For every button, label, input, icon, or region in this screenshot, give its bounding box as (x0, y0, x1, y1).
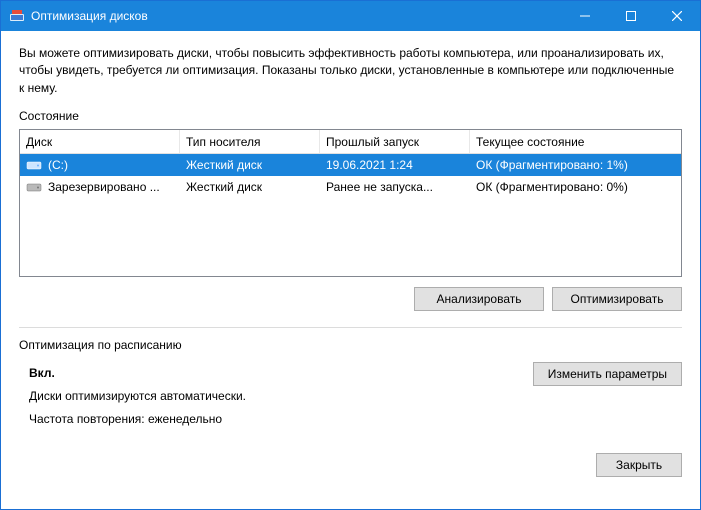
status-text: ОК (Фрагментировано: 0%) (470, 180, 681, 194)
table-row[interactable]: Зарезервировано ... Жесткий диск Ранее н… (20, 176, 681, 198)
schedule-line-2: Частота повторения: еженедельно (29, 408, 533, 431)
change-settings-button[interactable]: Изменить параметры (533, 362, 682, 386)
close-row: Закрыть (19, 453, 682, 477)
disk-name: Зарезервировано ... (48, 180, 160, 194)
table-row[interactable]: (C:) Жесткий диск 19.06.2021 1:24 ОК (Фр… (20, 154, 681, 176)
header-status[interactable]: Текущее состояние (470, 130, 681, 153)
schedule-state: Вкл. (29, 362, 533, 385)
disk-name: (C:) (48, 158, 68, 172)
maximize-button[interactable] (608, 1, 654, 31)
window-controls (562, 1, 700, 31)
schedule-heading: Оптимизация по расписанию (19, 338, 682, 352)
media-type: Жесткий диск (180, 158, 320, 172)
header-last[interactable]: Прошлый запуск (320, 130, 470, 153)
schedule-line-1: Диски оптимизируются автоматически. (29, 385, 533, 408)
action-buttons: Анализировать Оптимизировать (19, 287, 682, 311)
column-headers[interactable]: Диск Тип носителя Прошлый запуск Текущее… (20, 130, 681, 154)
separator (19, 327, 682, 328)
minimize-button[interactable] (562, 1, 608, 31)
status-text: ОК (Фрагментировано: 1%) (470, 158, 681, 172)
header-media[interactable]: Тип носителя (180, 130, 320, 153)
titlebar: Оптимизация дисков (1, 1, 700, 31)
state-label: Состояние (19, 109, 682, 123)
description-text: Вы можете оптимизировать диски, чтобы по… (19, 45, 682, 97)
window-title: Оптимизация дисков (31, 9, 562, 23)
app-icon (9, 8, 25, 24)
content-area: Вы можете оптимизировать диски, чтобы по… (1, 31, 700, 491)
last-run: 19.06.2021 1:24 (320, 158, 470, 172)
header-disk[interactable]: Диск (20, 130, 180, 153)
schedule-block: Вкл. Диски оптимизируются автоматически.… (19, 362, 682, 430)
last-run: Ранее не запуска... (320, 180, 470, 194)
analyze-button[interactable]: Анализировать (414, 287, 544, 311)
drive-icon (26, 179, 42, 195)
optimize-button[interactable]: Оптимизировать (552, 287, 682, 311)
close-window-button[interactable] (654, 1, 700, 31)
drive-icon (26, 157, 42, 173)
close-button[interactable]: Закрыть (596, 453, 682, 477)
drive-list[interactable]: Диск Тип носителя Прошлый запуск Текущее… (19, 129, 682, 277)
media-type: Жесткий диск (180, 180, 320, 194)
